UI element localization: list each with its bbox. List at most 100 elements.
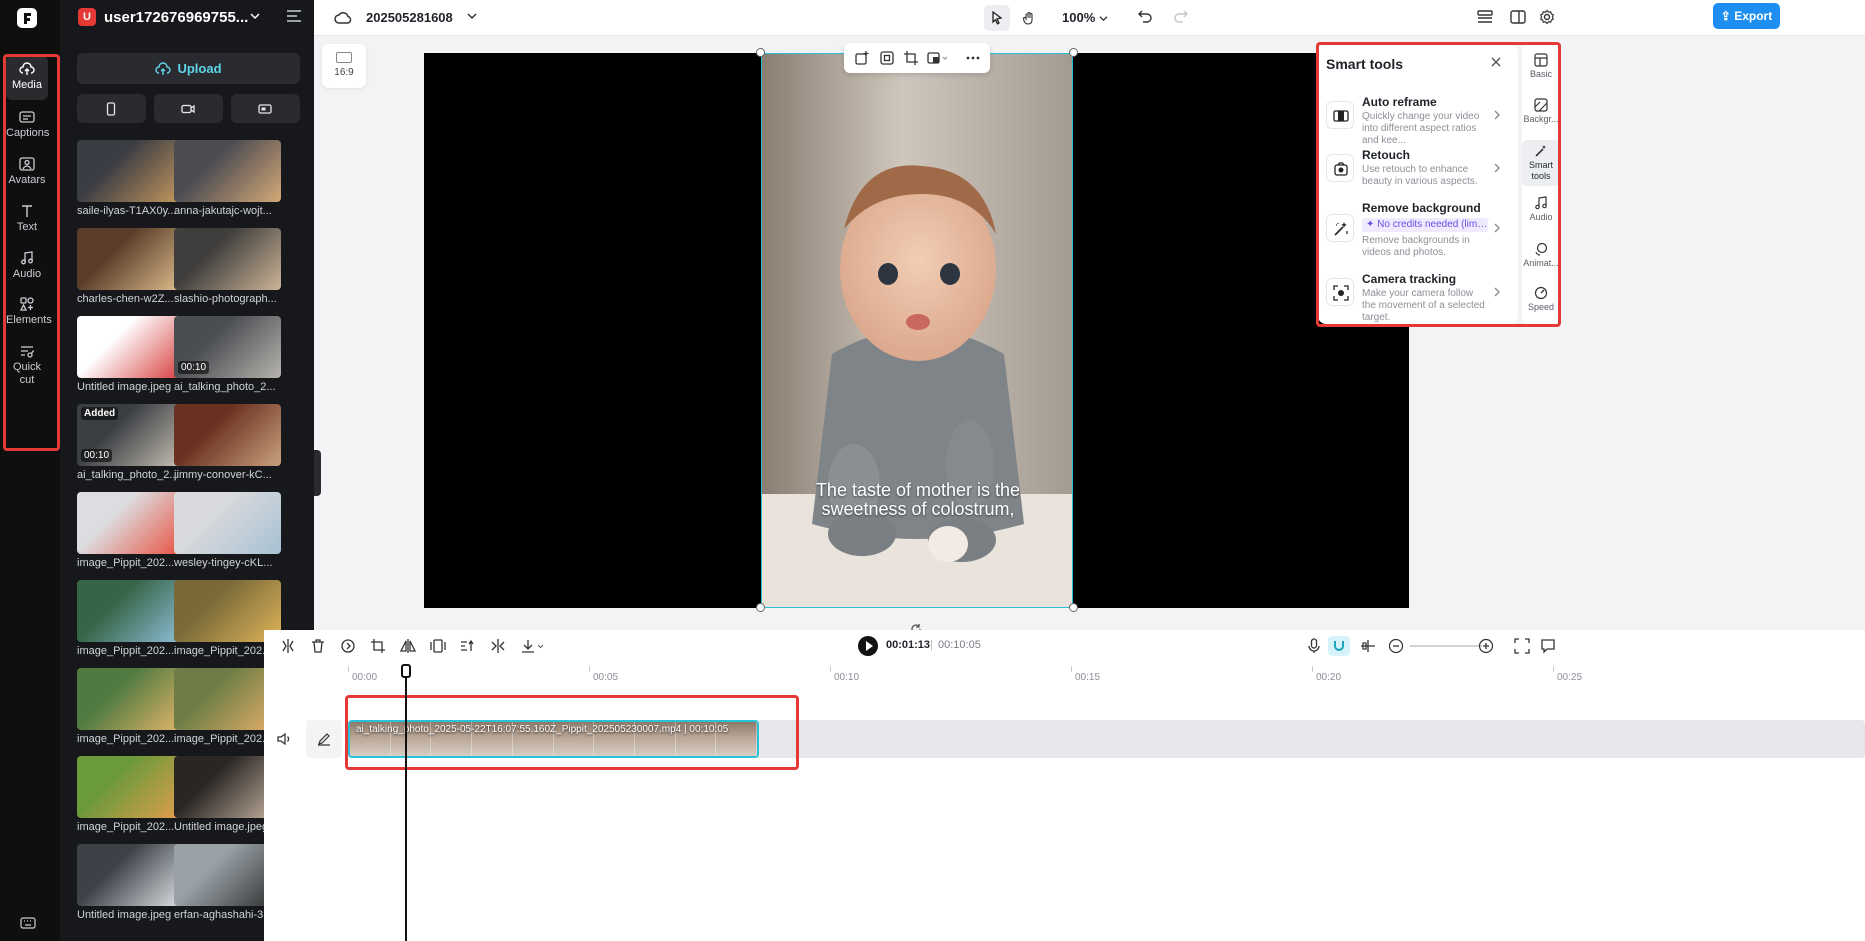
upload-button[interactable]: Upload	[77, 53, 300, 84]
auto-snap-toggle[interactable]	[1328, 636, 1350, 656]
layers-icon[interactable]	[1476, 9, 1494, 25]
split-icon[interactable]	[280, 638, 296, 654]
split-tracks-icon[interactable]	[1360, 638, 1376, 654]
media-item[interactable]: image_Pippit_202...	[77, 756, 184, 833]
chevron-down-icon	[1099, 16, 1108, 22]
app-window: Media Captions Avatars Text Audio Elemen…	[0, 0, 1865, 941]
media-item[interactable]: Untitled image.jpeg	[77, 844, 184, 921]
ruler-tick-line	[1312, 666, 1313, 672]
chevron-down-icon	[250, 13, 260, 20]
video-camera-icon	[181, 104, 195, 114]
media-item[interactable]: Untitled image.jpeg	[77, 316, 184, 393]
baby-photo	[762, 54, 1072, 607]
download-icon[interactable]	[520, 638, 546, 654]
caption-line-1: The taste of mother is the	[815, 480, 1021, 500]
media-item[interactable]: Added 00:10 ai_talking_photo_2...	[77, 404, 184, 481]
filter-landscape-button[interactable]	[231, 94, 300, 123]
media-label: image_Pippit_202...	[77, 733, 175, 745]
resize-handle[interactable]	[756, 603, 765, 612]
highlight-box	[345, 695, 799, 770]
media-item[interactable]: slashio-photograph...	[174, 228, 281, 305]
cursor-icon	[992, 11, 1003, 25]
image-adjust-icon[interactable]	[927, 50, 949, 66]
media-item[interactable]: charles-chen-w2Z...	[77, 228, 184, 305]
loop-icon[interactable]	[340, 638, 356, 654]
video-element[interactable]: The taste of mother is the sweetness of …	[761, 53, 1073, 608]
media-item[interactable]: image_Pippit_202...	[77, 492, 184, 569]
delete-icon[interactable]	[310, 638, 326, 654]
media-item[interactable]: saile-ilyas-T1AX0y...	[77, 140, 184, 217]
resize-handle[interactable]	[756, 48, 765, 57]
flip-icon[interactable]	[400, 638, 416, 654]
fit-timeline-icon[interactable]	[1514, 638, 1530, 654]
app-logo[interactable]	[17, 8, 37, 28]
media-item[interactable]: 00:10 ai_talking_photo_2...	[174, 316, 281, 393]
focus-icon[interactable]	[879, 50, 895, 66]
play-button[interactable]	[858, 636, 878, 656]
highlight-box	[3, 54, 60, 451]
playhead-handle[interactable]	[401, 664, 411, 678]
trim-icon[interactable]	[490, 638, 506, 654]
media-thumbnail	[77, 228, 184, 290]
freeze-frame-icon[interactable]	[430, 638, 446, 654]
media-item[interactable]: wesley-tingey-cKL...	[174, 492, 281, 569]
crop-icon[interactable]	[370, 638, 386, 654]
landscape-icon	[258, 104, 272, 114]
more-icon[interactable]	[965, 50, 981, 66]
media-item[interactable]: jimmy-conover-kC...	[174, 404, 281, 481]
track-edit-button[interactable]	[306, 720, 342, 758]
chevron-down-icon[interactable]	[467, 12, 477, 20]
ruler-tick-label: 00:10	[834, 672, 860, 683]
current-time: 00:01:13	[886, 639, 931, 651]
filter-portrait-button[interactable]	[77, 94, 146, 123]
media-thumbnail	[77, 316, 184, 378]
media-thumbnail	[77, 668, 184, 730]
timeline-zoom-slider[interactable]	[1410, 645, 1482, 647]
remove-silence-icon[interactable]	[460, 638, 476, 654]
hand-tool-button[interactable]	[1016, 5, 1042, 31]
menu-icon[interactable]	[286, 9, 302, 23]
cloud-upload-icon	[155, 62, 172, 75]
added-badge: Added	[81, 407, 119, 420]
redo-icon[interactable]	[1173, 9, 1189, 23]
user-name: user172676969755...	[104, 9, 249, 26]
resize-handle[interactable]	[1069, 603, 1078, 612]
gear-icon[interactable]	[1539, 9, 1555, 25]
ruler-tick-label: 00:05	[593, 672, 619, 683]
export-label: Export	[1734, 9, 1773, 23]
media-thumbnail	[174, 228, 281, 290]
crop-icon[interactable]	[903, 50, 919, 66]
project-title[interactable]: 202505281608	[366, 10, 453, 25]
canvas-stage: 16:9 The taste of mother is the sweetnes…	[314, 36, 1865, 634]
media-item[interactable]: anna-jakutajc-wojt...	[174, 140, 281, 217]
zoom-out-icon[interactable]	[1388, 638, 1404, 654]
filter-video-button[interactable]	[154, 94, 223, 123]
duration-badge: 00:10	[81, 449, 113, 462]
undo-icon[interactable]	[1137, 9, 1153, 23]
speaker-icon[interactable]	[276, 732, 292, 746]
resize-handle[interactable]	[1069, 48, 1078, 57]
cloud-saved-icon	[334, 12, 352, 24]
media-label: Untitled image.jpeg	[77, 381, 172, 393]
aspect-ratio-button[interactable]: 16:9	[322, 44, 366, 88]
keyboard-icon[interactable]	[20, 917, 36, 929]
zoom-dropdown[interactable]: 100%	[1062, 10, 1108, 25]
select-tool-button[interactable]	[984, 5, 1010, 31]
ruler-tick-line	[348, 666, 349, 672]
caption-line-2: sweetness of colostrum,	[821, 499, 1015, 519]
pencil-icon	[318, 733, 330, 746]
comment-icon[interactable]	[1540, 638, 1556, 654]
panel-layout-icon[interactable]	[1509, 9, 1527, 25]
zoom-in-icon[interactable]	[1478, 638, 1494, 654]
video-caption[interactable]: The taste of mother is the sweetness of …	[762, 480, 1072, 519]
user-switcher[interactable]: U user172676969755...	[78, 8, 308, 28]
replace-icon[interactable]	[854, 50, 870, 66]
microphone-icon[interactable]	[1306, 638, 1322, 654]
export-button[interactable]: ⇪ Export	[1713, 3, 1780, 29]
timeline-toolbar: 00:01:13 | 00:10:05	[264, 630, 1865, 662]
playhead[interactable]	[405, 666, 407, 941]
media-label: image_Pippit_202...	[77, 557, 175, 569]
media-item[interactable]: image_Pippit_202...	[77, 668, 184, 745]
zoom-value: 100%	[1062, 10, 1096, 25]
media-item[interactable]: image_Pippit_202...	[77, 580, 184, 657]
